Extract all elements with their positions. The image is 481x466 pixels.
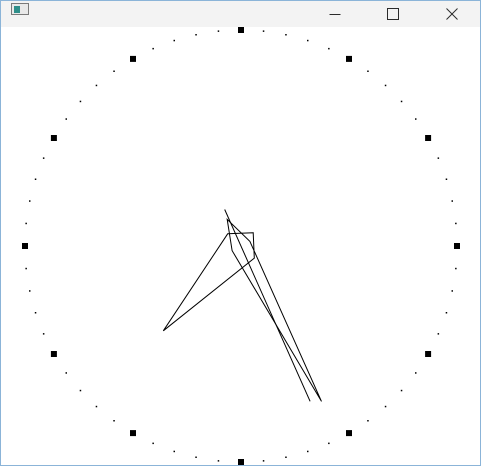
app-icon-face bbox=[14, 6, 20, 13]
minute-dot bbox=[195, 34, 197, 36]
minute-dot bbox=[437, 157, 440, 159]
minute-dot bbox=[307, 450, 309, 453]
minute-dot bbox=[451, 200, 453, 202]
minute-dot bbox=[328, 47, 330, 50]
minute-dot bbox=[262, 30, 265, 32]
minute-dot bbox=[455, 267, 457, 270]
minute-dot bbox=[437, 333, 440, 335]
hour-marker bbox=[22, 243, 28, 249]
hour-marker bbox=[454, 243, 460, 249]
minute-dot bbox=[415, 372, 417, 374]
hour-marker bbox=[50, 351, 57, 357]
minute-dot bbox=[95, 405, 98, 408]
minute-dot bbox=[445, 178, 448, 180]
close-button[interactable] bbox=[429, 1, 475, 27]
hour-marker bbox=[238, 459, 244, 465]
minute-dot bbox=[384, 84, 387, 87]
minute-dot bbox=[29, 290, 31, 292]
minute-dot bbox=[285, 34, 287, 36]
close-icon bbox=[446, 8, 458, 20]
minute-dot bbox=[285, 456, 287, 458]
minute-dot bbox=[451, 290, 453, 292]
minute-dot bbox=[65, 118, 67, 120]
hour-marker bbox=[425, 135, 432, 141]
minute-dot bbox=[455, 222, 457, 225]
minute-dot bbox=[400, 389, 403, 392]
minute-dot bbox=[384, 405, 387, 408]
hour-marker bbox=[130, 55, 136, 62]
minute-dot bbox=[113, 70, 115, 72]
minute-dot bbox=[34, 178, 37, 180]
maximize-button[interactable] bbox=[370, 1, 416, 27]
minute-dot bbox=[79, 100, 82, 103]
maximize-icon bbox=[387, 8, 399, 20]
clock-client-area bbox=[1, 27, 480, 465]
hour-marker bbox=[130, 430, 136, 437]
hour-marker bbox=[50, 135, 57, 141]
minute-dot bbox=[79, 389, 82, 392]
app-window-icon[interactable] bbox=[11, 3, 29, 15]
minute-dot bbox=[328, 442, 330, 445]
minute-dot bbox=[95, 84, 98, 87]
minute-dot bbox=[173, 39, 175, 42]
minute-dot bbox=[445, 312, 448, 314]
second-hand bbox=[224, 209, 311, 402]
minute-dot bbox=[25, 267, 27, 270]
hour-marker bbox=[346, 430, 352, 437]
minute-dot bbox=[65, 372, 67, 374]
minute-dot bbox=[217, 460, 220, 462]
minute-dot bbox=[42, 157, 45, 159]
hour-marker bbox=[346, 55, 352, 62]
minute-dot bbox=[262, 460, 265, 462]
hour-marker bbox=[425, 351, 432, 357]
minute-dot bbox=[34, 312, 37, 314]
minute-dot bbox=[113, 420, 115, 422]
minute-dot bbox=[307, 39, 309, 42]
minute-dot bbox=[367, 70, 369, 72]
minute-dot bbox=[400, 100, 403, 103]
minute-dot bbox=[217, 30, 220, 32]
app-window bbox=[0, 0, 481, 466]
hour-hand bbox=[162, 232, 255, 332]
minute-dot bbox=[25, 222, 27, 225]
hour-marker bbox=[238, 27, 244, 33]
minute-dot bbox=[415, 118, 417, 120]
minute-dot bbox=[42, 333, 45, 335]
analog-clock-face bbox=[22, 27, 460, 465]
minimize-icon bbox=[329, 14, 341, 15]
minute-dot bbox=[367, 420, 369, 422]
minimize-button[interactable] bbox=[312, 1, 358, 27]
minute-dot bbox=[195, 456, 197, 458]
title-bar[interactable] bbox=[1, 1, 480, 27]
minute-dot bbox=[173, 450, 175, 453]
minute-dot bbox=[152, 47, 154, 50]
minute-dot bbox=[29, 200, 31, 202]
minute-dot bbox=[152, 442, 154, 445]
